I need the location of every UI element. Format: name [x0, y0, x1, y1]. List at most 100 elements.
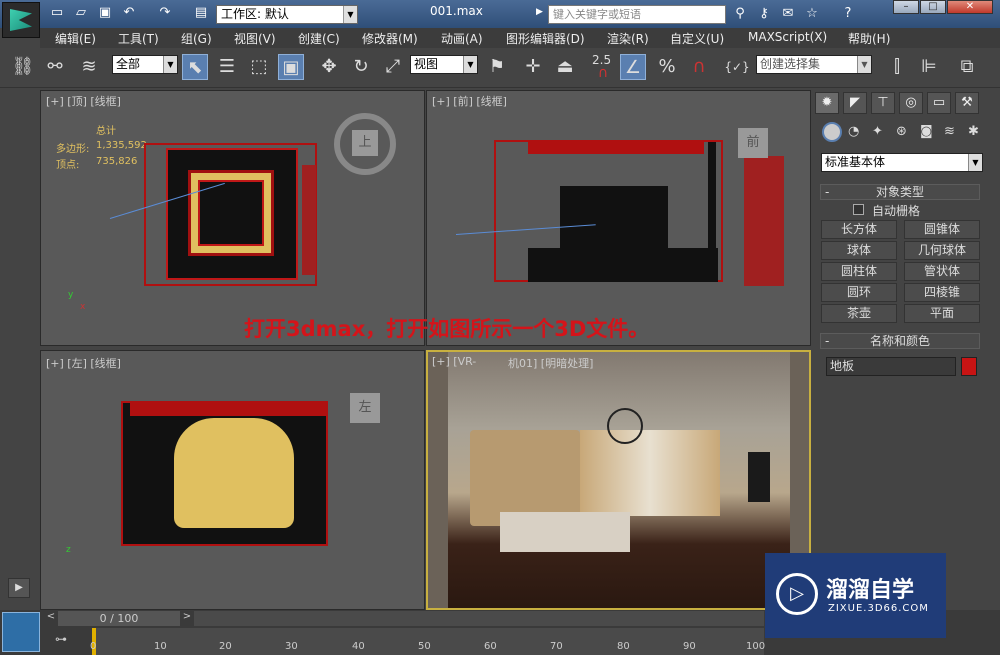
window-crossing-icon[interactable]: ▣	[278, 54, 304, 80]
viewport-front-label[interactable]: [+] [前] [线框]	[432, 93, 507, 109]
menu-views[interactable]: 视图(V)	[234, 30, 276, 47]
align-icon[interactable]: ⊫	[916, 54, 942, 80]
menu-create[interactable]: 创建(C)	[298, 30, 340, 47]
category-value: 标准基本体	[825, 155, 886, 169]
select-object-icon[interactable]: ⬉	[182, 54, 208, 80]
menu-group[interactable]: 组(G)	[181, 30, 212, 47]
cameras-icon[interactable]: ⊛	[896, 124, 907, 139]
search-arrow-icon[interactable]: ▶	[536, 7, 543, 17]
unlink-icon[interactable]: ⚯	[42, 54, 68, 80]
selection-filter-dropdown[interactable]: 全部 ▼	[112, 55, 178, 74]
time-slider[interactable]: 0 / 100	[58, 611, 180, 626]
menu-tools[interactable]: 工具(T)	[118, 30, 159, 47]
rotate-icon[interactable]: ↻	[348, 54, 374, 80]
open-file-icon[interactable]: ▱	[72, 5, 90, 21]
close-button[interactable]: ✕	[947, 0, 993, 14]
scale-icon[interactable]: ⤢	[380, 54, 406, 80]
communication-icon[interactable]: ✉	[780, 6, 796, 22]
category-dropdown[interactable]: 标准基本体 ▼	[821, 153, 983, 172]
curve-editor-icon[interactable]: ⊶	[50, 632, 72, 650]
menu-edit[interactable]: 编辑(E)	[55, 30, 96, 47]
lights-icon[interactable]: ✦	[872, 124, 883, 139]
systems-icon[interactable]: ✱	[968, 124, 979, 139]
cone-button[interactable]: 圆锥体	[904, 220, 980, 239]
snap-toggle-icon[interactable]: ∩	[590, 60, 616, 86]
geometry-icon[interactable]	[822, 122, 842, 142]
motion-tab-icon[interactable]: ◎	[899, 92, 923, 114]
next-frame-icon[interactable]: >	[180, 611, 194, 626]
bind-spacewarp-icon[interactable]: ≋	[76, 54, 102, 80]
edit-named-selection-icon[interactable]: {✓}	[724, 54, 750, 80]
select-by-name-icon[interactable]: ☰	[214, 54, 240, 80]
percent-snap-icon[interactable]: %	[654, 54, 680, 80]
new-file-icon[interactable]: ▭	[48, 5, 66, 21]
move-icon[interactable]: ✥	[316, 54, 342, 80]
menu-customize[interactable]: 自定义(U)	[670, 30, 724, 47]
viewport-camera-label-a[interactable]: [+] [VR-	[432, 355, 476, 368]
hierarchy-tab-icon[interactable]: ⊤	[871, 92, 895, 114]
create-tab-icon[interactable]: ✹	[815, 92, 839, 114]
display-tab-icon[interactable]: ▭	[927, 92, 951, 114]
redo-icon[interactable]: ↷	[156, 5, 174, 21]
modify-tab-icon[interactable]: ◤	[843, 92, 867, 114]
maximize-button[interactable]: □	[920, 0, 946, 14]
menu-help[interactable]: 帮助(H)	[848, 30, 890, 47]
project-folder-icon[interactable]: ▤	[192, 5, 210, 21]
view-cube-top-face[interactable]: 上	[352, 130, 378, 156]
link-icon[interactable]: ⛓	[10, 54, 36, 80]
layer-manager-icon[interactable]: ⧉	[954, 54, 980, 80]
helpers-icon[interactable]: ◙	[920, 124, 933, 139]
object-type-rollout[interactable]: - 对象类型	[820, 184, 980, 200]
torus-button[interactable]: 圆环	[821, 283, 897, 302]
tube-button[interactable]: 管状体	[904, 262, 980, 281]
viewport-top-label[interactable]: [+] [顶] [线框]	[46, 93, 121, 109]
workspace-dropdown[interactable]: 工作区: 默认 ▼	[216, 5, 358, 24]
rect-selection-icon[interactable]: ⬚	[246, 54, 272, 80]
angle-snap-icon[interactable]: ∠	[620, 54, 646, 80]
pyramid-button[interactable]: 四棱锥	[904, 283, 980, 302]
manipulate-icon[interactable]: ✛	[520, 54, 546, 80]
object-color-swatch[interactable]	[961, 357, 977, 376]
camera-chandelier	[607, 408, 643, 444]
shapes-icon[interactable]: ◔	[848, 124, 859, 139]
menu-modifiers[interactable]: 修改器(M)	[362, 30, 418, 47]
menu-maxscript[interactable]: MAXScript(X)	[748, 30, 827, 44]
box-button[interactable]: 长方体	[821, 220, 897, 239]
search-input[interactable]: 键入关键字或短语	[548, 5, 726, 24]
expand-arrow-icon[interactable]: ▶	[8, 578, 30, 598]
teapot-button[interactable]: 茶壶	[821, 304, 897, 323]
help-icon[interactable]: ?	[840, 6, 856, 22]
viewport-left-label[interactable]: [+] [左] [线框]	[46, 355, 121, 371]
binoculars-icon[interactable]: ⚲	[732, 6, 748, 22]
undo-icon[interactable]: ↶	[120, 5, 138, 21]
reference-coordinate-dropdown[interactable]: 视图 ▼	[410, 55, 478, 74]
menu-animation[interactable]: 动画(A)	[441, 30, 483, 47]
keyboard-shortcut-icon[interactable]: ⏏	[552, 54, 578, 80]
prev-frame-icon[interactable]: <	[44, 611, 58, 626]
geosphere-button[interactable]: 几何球体	[904, 241, 980, 260]
named-selection-dropdown[interactable]: 创建选择集 ▼	[756, 55, 872, 74]
minimize-button[interactable]: –	[893, 0, 919, 14]
pivot-icon[interactable]: ⚑	[484, 54, 510, 80]
view-cube-front[interactable]: 前	[738, 128, 768, 158]
time-slider-track[interactable]	[194, 611, 764, 626]
key-icon[interactable]: ⚷	[756, 6, 772, 22]
plane-button[interactable]: 平面	[904, 304, 980, 323]
view-cube-left[interactable]: 左	[350, 393, 380, 423]
mirror-icon[interactable]: ⫿	[884, 54, 910, 80]
app-logo-button[interactable]	[2, 2, 40, 38]
viewport-camera-label-b[interactable]: 机01] [明暗处理]	[508, 355, 593, 371]
sphere-button[interactable]: 球体	[821, 241, 897, 260]
cylinder-button[interactable]: 圆柱体	[821, 262, 897, 281]
star-icon[interactable]: ☆	[804, 6, 820, 22]
autogrid-checkbox[interactable]	[853, 204, 864, 215]
utilities-tab-icon[interactable]: ⚒	[955, 92, 979, 114]
menu-rendering[interactable]: 渲染(R)	[607, 30, 649, 47]
object-name-input[interactable]: 地板	[826, 357, 956, 376]
name-color-rollout[interactable]: - 名称和颜色	[820, 333, 980, 349]
spinner-snap-icon[interactable]: ∩	[686, 54, 712, 80]
menu-graph-editors[interactable]: 图形编辑器(D)	[506, 30, 585, 47]
viewport-layout-icon[interactable]	[2, 612, 40, 652]
spacewarps-icon[interactable]: ≋	[944, 124, 955, 139]
save-icon[interactable]: ▣	[96, 5, 114, 21]
